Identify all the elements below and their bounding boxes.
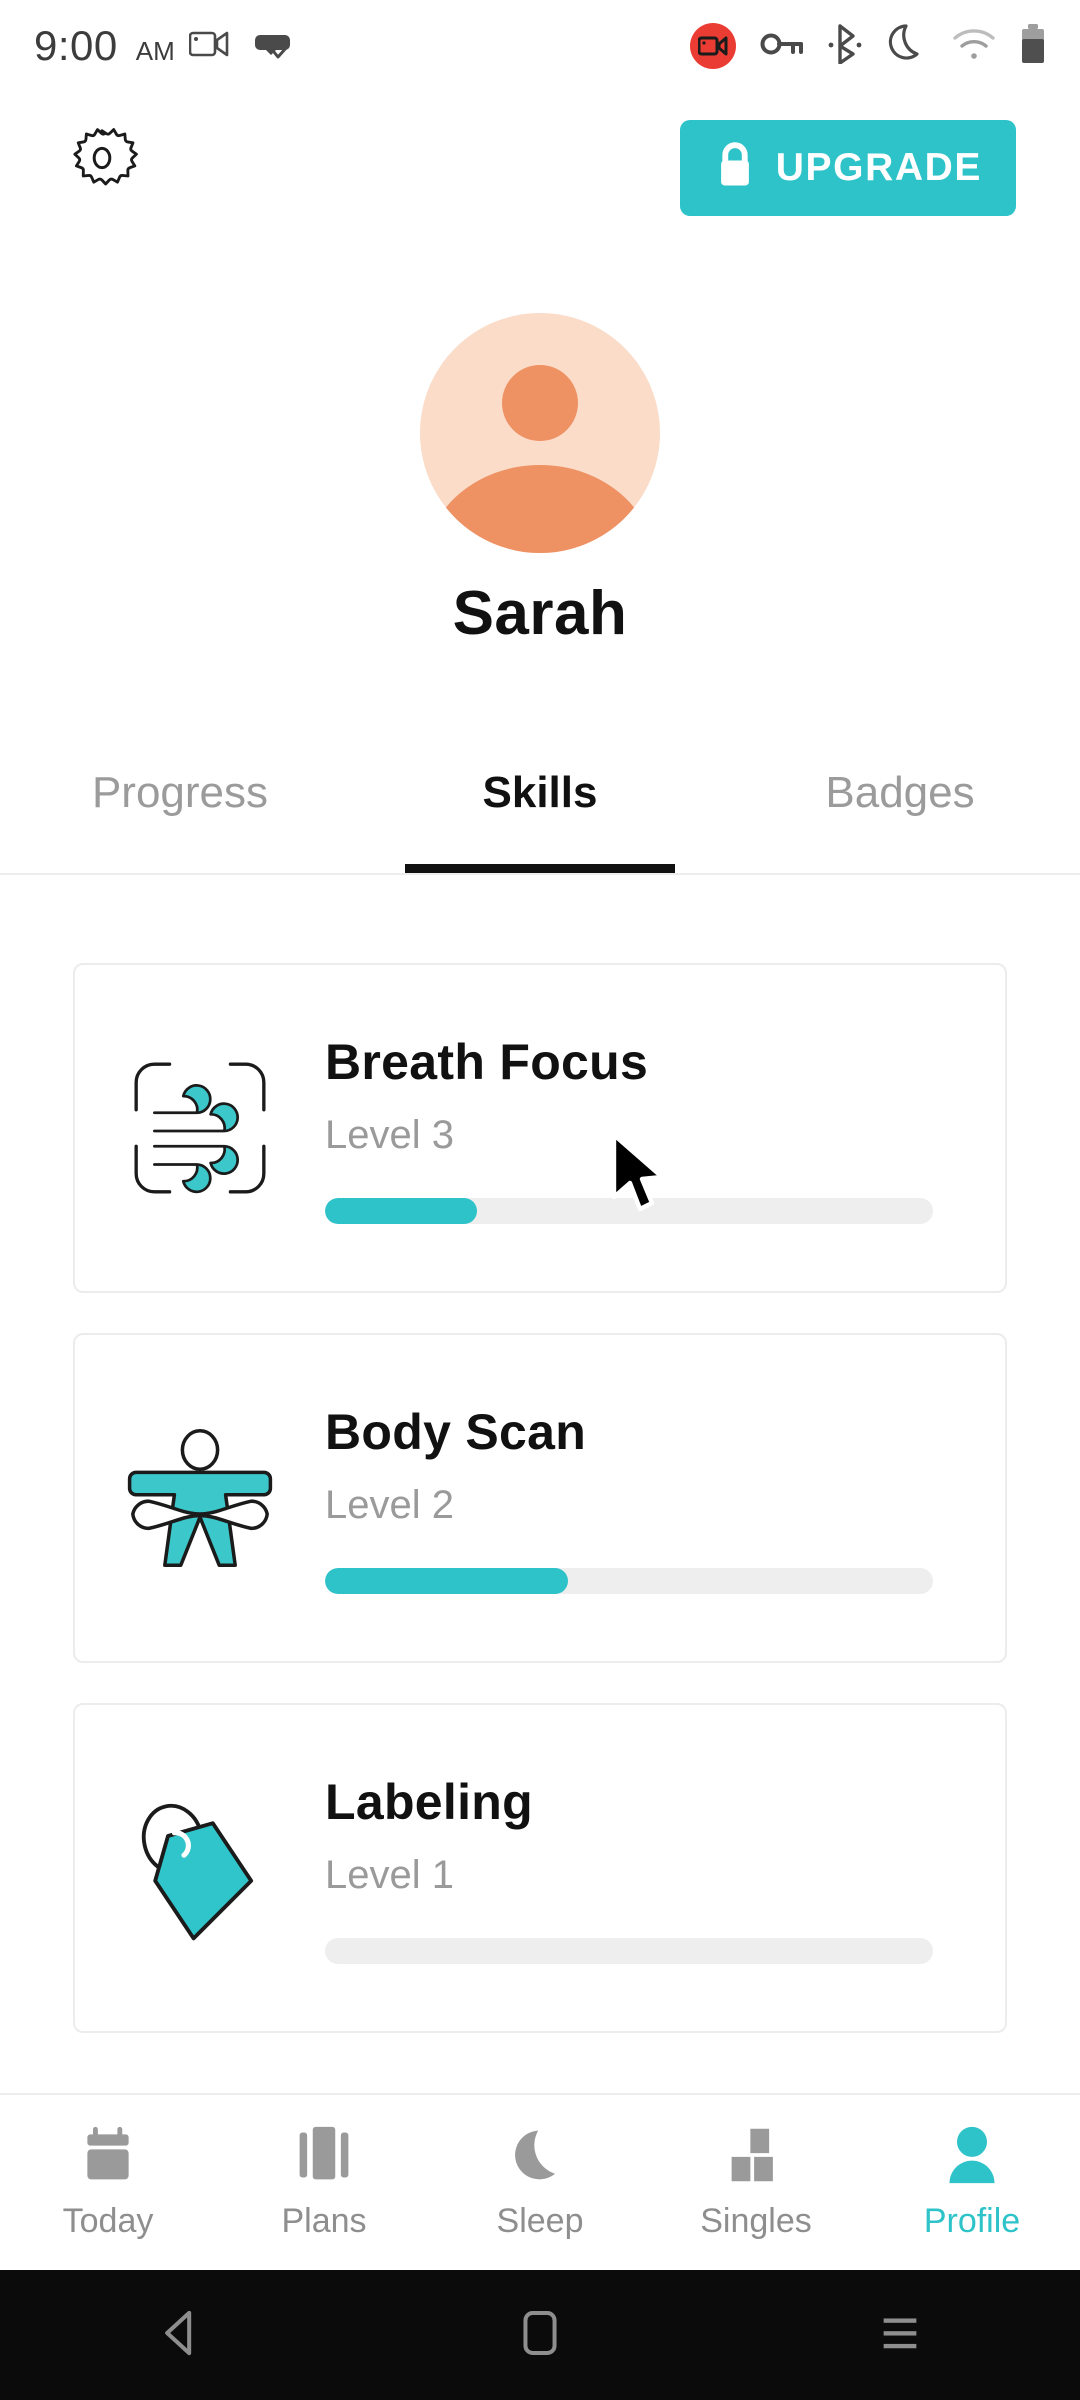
screen-cast-icon [188, 28, 229, 65]
nav-item-profile[interactable]: Profile [864, 2095, 1080, 2270]
do-not-disturb-moon-icon [886, 22, 928, 71]
nav-item-today[interactable]: Today [0, 2095, 216, 2270]
nav-item-plans[interactable]: Plans [216, 2095, 432, 2270]
skill-card-body-scan[interactable]: Body Scan Level 2 [73, 1333, 1007, 1663]
skill-title: Breath Focus [325, 1033, 649, 1090]
columns-icon [295, 2124, 353, 2186]
tab-progress-label: Progress [91, 768, 269, 817]
skill-card-body: Labeling Level 1 [325, 1773, 1005, 1964]
back-triangle-icon [158, 2309, 202, 2362]
avatar-body-icon [425, 465, 655, 553]
skill-level: Level 3 [325, 1112, 454, 1157]
wifi-icon [952, 27, 996, 66]
status-bar: 9:00 AM [0, 0, 1080, 92]
vr-headset-check-icon [251, 27, 293, 66]
skill-progress-fill [325, 1197, 477, 1224]
skill-progress-fill [325, 1567, 569, 1594]
nav-item-sleep-label: Sleep [496, 2202, 584, 2240]
tab-badges[interactable]: Badges [720, 740, 1080, 873]
battery-icon [1020, 23, 1046, 70]
body-figure-icon [75, 1335, 325, 1661]
skill-title: Body Scan [325, 1403, 587, 1460]
recents-menu-icon [878, 2313, 922, 2358]
nav-item-today-label: Today [62, 2202, 154, 2240]
bluetooth-icon [828, 23, 862, 69]
moon-icon [513, 2124, 567, 2186]
skill-card-body: Breath Focus Level 3 [325, 1033, 1005, 1224]
vpn-key-icon [760, 30, 804, 63]
skill-level: Level 1 [325, 1852, 454, 1897]
home-button[interactable] [465, 2270, 615, 2400]
skill-card-labeling[interactable]: Labeling Level 1 [73, 1703, 1007, 2033]
status-left-icons [188, 27, 293, 66]
app-bar: UPGRADE [0, 96, 1080, 246]
nav-item-singles-label: Singles [700, 2202, 812, 2240]
upgrade-button[interactable]: UPGRADE [679, 120, 1016, 216]
skill-level: Level 2 [325, 1482, 454, 1527]
nav-item-plans-label: Plans [281, 2202, 367, 2240]
status-bar-right [690, 22, 1046, 71]
lock-icon [714, 141, 756, 196]
avatar-circle [420, 313, 660, 553]
blocks-icon [727, 2124, 785, 2186]
skill-progress-bar [325, 1937, 933, 1964]
tab-progress[interactable]: Progress [0, 740, 360, 873]
status-bar-left: 9:00 AM [34, 22, 175, 70]
skill-title: Labeling [325, 1773, 533, 1830]
app-screen: 9:00 AM UPGRADE Sarah Progress Skills Ba… [0, 0, 1080, 2400]
status-ampm: AM [135, 36, 175, 66]
calendar-icon [79, 2124, 137, 2186]
tag-label-icon [75, 1705, 325, 2031]
nav-item-profile-label: Profile [923, 2202, 1021, 2240]
skill-progress-bar [325, 1197, 933, 1224]
gear-icon [66, 122, 138, 199]
avatar[interactable] [420, 313, 660, 553]
skills-list: Breath Focus Level 3 Body Scan Level 2 L… [0, 963, 1080, 2073]
tab-skills[interactable]: Skills [360, 740, 720, 873]
android-navigation-bar [0, 2270, 1080, 2400]
skill-progress-bar [325, 1567, 933, 1594]
status-time: 9:00 [34, 22, 118, 69]
bottom-navigation: Today Plans Sleep Singles Profile [0, 2093, 1080, 2270]
nav-item-sleep[interactable]: Sleep [432, 2095, 648, 2270]
back-button[interactable] [105, 2270, 255, 2400]
settings-button[interactable] [64, 122, 140, 198]
page-title: Sarah [452, 579, 628, 648]
person-icon [945, 2124, 999, 2186]
nav-item-singles[interactable]: Singles [648, 2095, 864, 2270]
recents-button[interactable] [825, 2270, 975, 2400]
skill-card-body: Body Scan Level 2 [325, 1403, 1005, 1594]
screen-record-badge-icon [690, 23, 736, 69]
home-square-icon [520, 2309, 560, 2362]
tab-skills-label: Skills [482, 768, 598, 817]
upgrade-button-label: UPGRADE [775, 146, 982, 189]
avatar-head-icon [502, 365, 578, 441]
profile-tabs: Progress Skills Badges [0, 740, 1080, 875]
skill-card-breath-focus[interactable]: Breath Focus Level 3 [73, 963, 1007, 1293]
breath-wind-icon [75, 965, 325, 1291]
tab-badges-label: Badges [825, 768, 975, 817]
